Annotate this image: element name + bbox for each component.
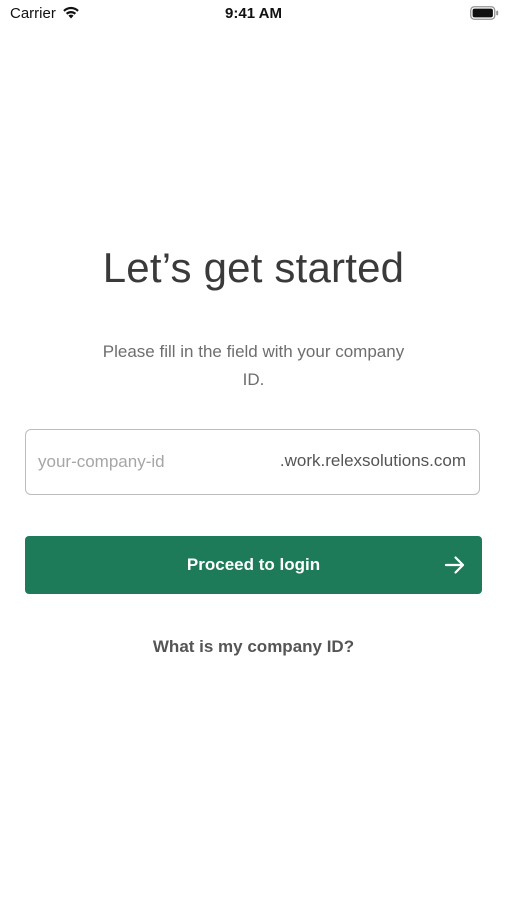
instructions-text: Please fill in the field with your compa… (102, 342, 405, 389)
company-id-help-link[interactable]: What is my company ID? (0, 637, 507, 657)
company-id-field[interactable]: .work.relexsolutions.com (25, 429, 480, 495)
proceed-to-login-button[interactable]: Proceed to login (25, 536, 482, 594)
page-title: Let’s get started (102, 244, 405, 291)
status-bar: Carrier 9:41 AM (0, 0, 507, 28)
proceed-button-label: Proceed to login (186, 555, 321, 574)
arrow-right-icon (444, 555, 466, 575)
battery-icon (470, 6, 499, 20)
domain-suffix: .work.relexsolutions.com (279, 451, 466, 470)
company-id-input[interactable] (38, 430, 258, 494)
status-time: 9:41 AM (225, 5, 282, 22)
